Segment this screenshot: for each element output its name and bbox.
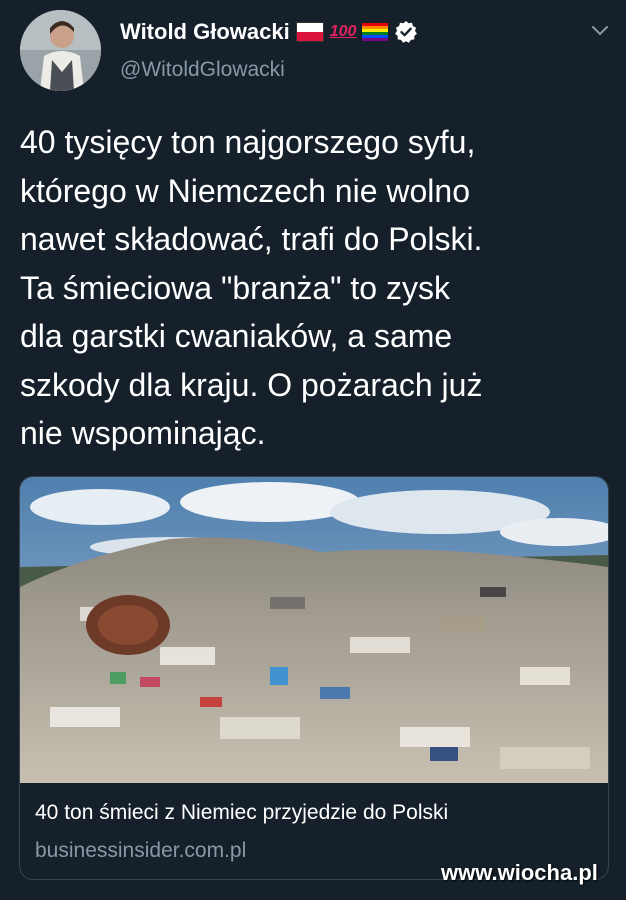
author-handle[interactable]: @WitoldGlowacki (120, 58, 285, 82)
hundred-points-icon: 100 (329, 23, 357, 40)
landfill-photo (20, 477, 608, 783)
poland-flag-icon (295, 22, 324, 42)
watermark: www.wiocha.pl (441, 860, 598, 885)
avatar-photo (20, 10, 101, 91)
link-card-title: 40 ton śmieci z Niemiec przyjedzie do Po… (35, 801, 449, 824)
author-name-row: Witold Głowacki 100 (120, 16, 418, 48)
chevron-down-icon[interactable] (589, 22, 611, 38)
link-card[interactable]: 40 ton śmieci z Niemiec przyjedzie do Po… (19, 476, 609, 880)
author-display-name[interactable]: Witold Głowacki (120, 19, 290, 45)
link-card-domain: businessinsider.com.pl (35, 839, 247, 862)
rainbow-flag-icon (362, 23, 389, 41)
author-avatar[interactable] (20, 10, 101, 91)
verified-badge-icon (395, 21, 418, 43)
tweet-text: 40 tysięcy ton najgorszego syfu, którego… (20, 124, 483, 451)
